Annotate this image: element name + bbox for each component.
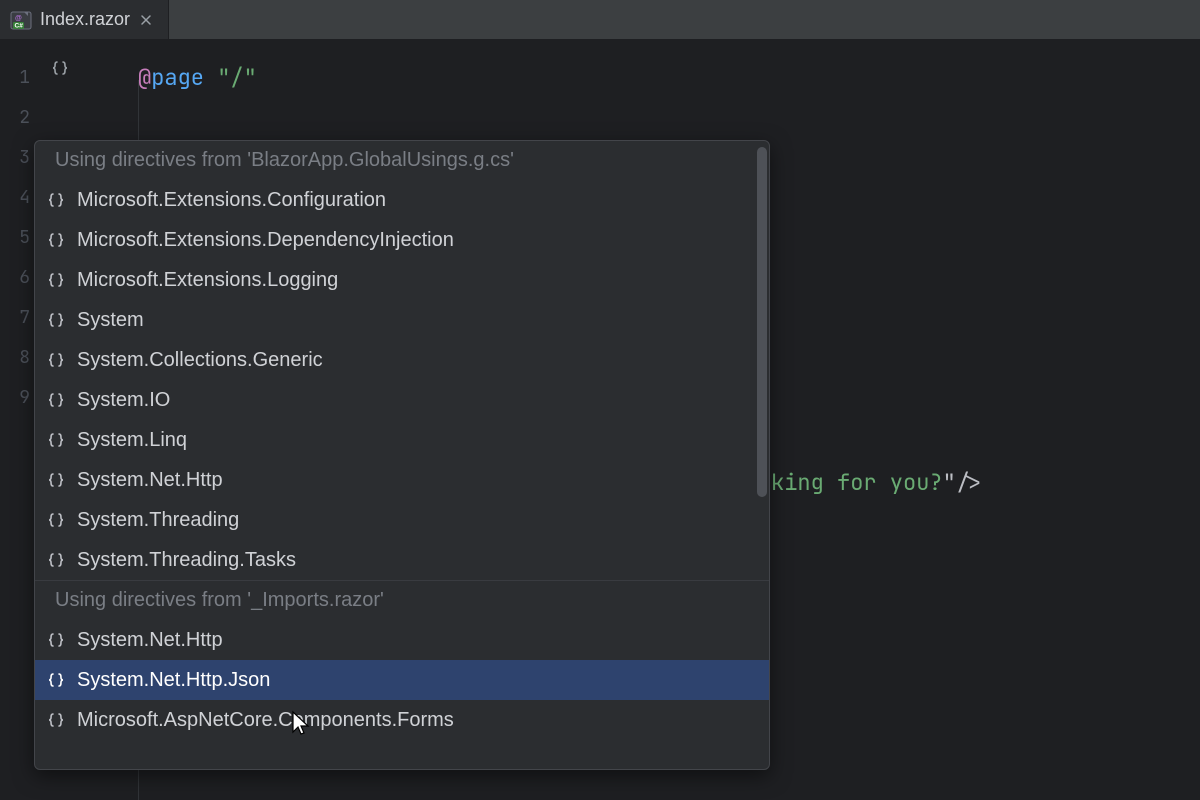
completion-item[interactable]: System.Collections.Generic [35,340,769,380]
completion-item[interactable]: System.Linq [35,420,769,460]
completion-item-label: System.Net.Http [77,629,223,652]
namespace-icon [45,709,67,731]
code-fragment-right: king for you?"/> [771,468,982,497]
completion-item-label: System.Net.Http.Json [77,669,270,692]
completion-item-label: Microsoft.Extensions.Configuration [77,189,386,212]
line-number: 3 [0,138,30,178]
completion-item-label: System [77,309,144,332]
tab-filename: Index.razor [40,9,130,30]
completion-item-label: System.Net.Http [77,469,223,492]
line-number: 2 [0,98,30,138]
line-number: 9 [0,378,30,418]
keyword-token: page [151,63,204,92]
completion-item-label: System.Threading.Tasks [77,549,296,572]
at-token: @ [138,63,151,92]
completion-item-label: System.Threading [77,509,239,532]
line-number: 1 [0,58,30,98]
namespace-icon[interactable] [50,58,70,78]
namespace-icon [45,309,67,331]
namespace-icon [45,549,67,571]
line-number: 4 [0,178,30,218]
completion-item[interactable]: System.Threading [35,500,769,540]
close-icon[interactable] [138,12,154,28]
tab-index-razor[interactable]: @ C# Index.razor [0,0,169,39]
completion-item[interactable]: System.Net.Http [35,460,769,500]
tag-token: "/> [943,468,983,497]
completion-item[interactable]: System [35,300,769,340]
namespace-icon [45,349,67,371]
completion-list[interactable]: Using directives from 'BlazorApp.GlobalU… [35,141,769,769]
namespace-icon [45,389,67,411]
string-token: king for you? [771,468,943,497]
completion-item[interactable]: Microsoft.Extensions.Logging [35,260,769,300]
completion-item[interactable]: Microsoft.Extensions.DependencyInjection [35,220,769,260]
completion-item[interactable]: System.Net.Http.Json [35,660,769,700]
line-number: 8 [0,338,30,378]
namespace-icon [45,469,67,491]
code-line-1[interactable]: @page "/" [138,58,1200,98]
namespace-icon [45,509,67,531]
namespace-icon [45,429,67,451]
completion-item-label: Microsoft.Extensions.Logging [77,269,338,292]
line-number: 6 [0,258,30,298]
completion-group-header: Using directives from '_Imports.razor' [35,580,769,620]
namespace-icon [45,269,67,291]
namespace-icon [45,629,67,651]
tab-bar: @ C# Index.razor [0,0,1200,40]
namespace-icon [45,669,67,691]
completion-item-label: Microsoft.AspNetCore.Components.Forms [77,709,454,732]
line-number: 5 [0,218,30,258]
string-token: "/" [217,63,257,92]
completion-item-label: System.Collections.Generic [77,349,323,372]
completion-item[interactable]: Microsoft.AspNetCore.Components.Forms [35,700,769,740]
completion-item[interactable]: System.Net.Http [35,620,769,660]
completion-item-label: System.IO [77,389,170,412]
namespace-icon [45,189,67,211]
namespace-icon [45,229,67,251]
completion-item[interactable]: System.Threading.Tasks [35,540,769,580]
svg-text:C#: C# [15,22,24,29]
completion-popup: Using directives from 'BlazorApp.GlobalU… [34,140,770,770]
completion-item-label: System.Linq [77,429,187,452]
completion-item[interactable]: System.IO [35,380,769,420]
editor-area: 1 2 3 4 5 6 7 8 9 @page "/" king for you… [0,40,1200,800]
completion-item-label: Microsoft.Extensions.DependencyInjection [77,229,454,252]
svg-text:@: @ [15,15,22,22]
csharp-razor-file-icon: @ C# [10,9,32,31]
scrollbar-thumb[interactable] [757,147,767,497]
line-number: 7 [0,298,30,338]
completion-item[interactable]: Microsoft.Extensions.Configuration [35,180,769,220]
completion-group-header: Using directives from 'BlazorApp.GlobalU… [35,141,769,180]
